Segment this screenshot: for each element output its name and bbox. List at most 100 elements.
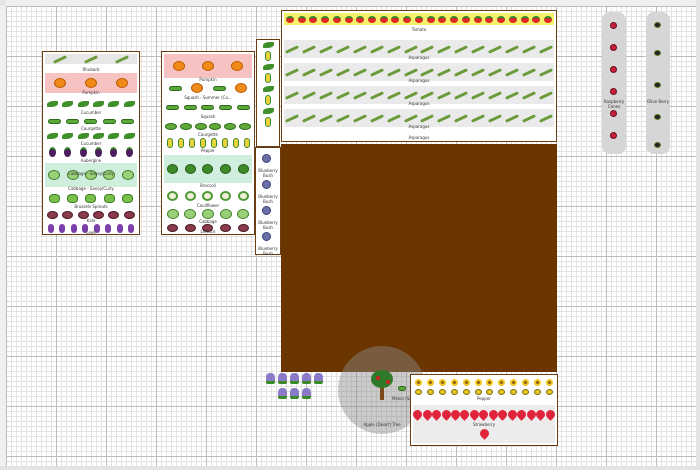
garden-bed-corn-column[interactable]	[256, 39, 280, 147]
leaf-icon	[123, 133, 135, 139]
row-label: Asparagus	[408, 78, 430, 83]
cabbage-icon	[237, 209, 250, 219]
raspberry-icon	[610, 66, 617, 73]
tomato-icon	[508, 15, 517, 23]
row-label: Blueberry Bush	[258, 168, 278, 178]
leaf-icon	[62, 133, 74, 139]
tomato-icon	[403, 15, 412, 23]
plant-row-cucumber[interactable]	[45, 99, 137, 109]
plant-row-courgette[interactable]	[164, 120, 252, 132]
tomato-icon	[368, 15, 376, 23]
pumpkin-icon	[201, 61, 214, 71]
pepper-icon	[545, 378, 553, 386]
garden-bed-e[interactable]: Raspberry Canes	[602, 12, 626, 154]
asparagus-icon	[420, 90, 435, 100]
tomato-icon	[285, 15, 294, 23]
garden-bed-f[interactable]: Olive Berry	[646, 12, 670, 154]
pepper-icon	[265, 73, 271, 83]
flower-icon	[301, 388, 311, 400]
olive-icon	[654, 50, 661, 56]
row-label: Cucumber	[80, 110, 102, 115]
blueberry-icon	[262, 180, 271, 189]
asparagus-icon	[521, 90, 536, 100]
asparagus-icon	[437, 44, 452, 54]
asparagus-icon	[319, 67, 334, 77]
row-label: Olive Berry	[646, 99, 670, 104]
asparagus-icon	[319, 113, 334, 123]
flower-icon	[301, 372, 311, 384]
pepper-icon	[427, 389, 435, 395]
garden-bed-g[interactable]: Pepper Strawberry	[410, 374, 558, 446]
garden-bed-b[interactable]: Pumpkin Squash - Summer (Cu... Squash Co…	[161, 51, 255, 235]
garden-canvas[interactable]: Rhubarb Pumpkin Cucumber Courgette Cucum…	[6, 6, 696, 466]
row-label: Broccoli	[200, 183, 216, 188]
tomato-icon	[473, 15, 482, 23]
blueberry-icon	[262, 154, 271, 163]
asparagus-icon	[403, 90, 418, 100]
pumpkin-icon	[231, 61, 244, 71]
pepper-icon	[510, 378, 518, 386]
plant-row-tomato[interactable]	[284, 13, 554, 25]
rhubarb-icon	[84, 54, 98, 64]
garden-bed-c[interactable]: Tomato Asparagus Asparagus Asparagus Asp…	[281, 10, 557, 142]
garden-bed-a[interactable]: Rhubarb Pumpkin Cucumber Courgette Cucum…	[42, 51, 140, 235]
plant-column-pepper[interactable]	[260, 42, 276, 127]
pepper-icon	[533, 378, 541, 386]
plant-row-pepper[interactable]	[413, 377, 555, 387]
pepper-icon	[439, 378, 447, 386]
sprout-icon	[103, 193, 115, 203]
row-label: Courgette	[198, 132, 218, 137]
squash-icon	[191, 83, 204, 93]
courgette-icon	[102, 118, 116, 124]
sprout-icon	[85, 193, 97, 203]
asparagus-icon	[369, 113, 384, 123]
tomato-icon	[379, 15, 388, 23]
asparagus-icon	[504, 113, 519, 123]
flower-icon	[277, 388, 287, 400]
pumpkin-icon	[115, 78, 128, 88]
plant-row-cauliflower[interactable]	[164, 189, 252, 203]
tomato-icon	[520, 15, 529, 23]
pepper-icon	[450, 389, 458, 395]
row-label: Courgette	[81, 126, 101, 131]
courgette-icon	[223, 122, 236, 130]
plant-row-pepper[interactable]	[164, 138, 252, 148]
asparagus-icon	[336, 90, 351, 100]
strawberry-icon	[477, 427, 491, 440]
plant-row-pepper-2[interactable]	[413, 388, 555, 396]
plant-group-flowers[interactable]	[264, 372, 324, 400]
rhubarb-icon	[114, 54, 129, 64]
empty-soil-bed[interactable]	[281, 144, 557, 372]
olive-icon	[654, 82, 661, 88]
plant-row-courgette[interactable]	[45, 116, 137, 126]
pepper-icon	[521, 389, 529, 395]
pepper-icon	[415, 378, 423, 386]
courgette-icon	[84, 118, 98, 124]
cauliflower-icon	[184, 191, 196, 201]
row-label: Blueberry Bush	[258, 194, 278, 204]
row-label: Asparagus	[408, 101, 430, 106]
garden-bed-d[interactable]: Blueberry Bush Blueberry Bush Blueberry …	[255, 147, 281, 256]
plant-row-pumpkin[interactable]	[164, 54, 252, 78]
plant-row-broccoli[interactable]	[164, 155, 252, 183]
pepper-icon	[415, 389, 423, 395]
flower-icon	[277, 372, 287, 384]
asparagus-icon	[487, 67, 502, 77]
asparagus-icon	[285, 44, 300, 54]
asparagus-icon	[285, 113, 300, 123]
pepper-icon	[486, 389, 494, 395]
row-label: Rhubarb	[82, 67, 100, 72]
plant-row-aubergine[interactable]	[45, 146, 137, 158]
courgette-icon	[66, 118, 80, 124]
plant-row-rhubarb[interactable]	[45, 54, 137, 64]
plant-row-cucumber-2[interactable]	[45, 132, 137, 140]
asparagus-icon	[336, 67, 351, 77]
raspberry-icon	[610, 110, 617, 117]
leaf-icon	[262, 86, 274, 92]
cabbage-icon	[201, 209, 214, 219]
plant-row-squash[interactable]	[164, 101, 252, 113]
plant-row-brussels[interactable]	[45, 192, 137, 204]
plant-row-squash-summer[interactable]	[164, 82, 252, 94]
leaf-icon	[47, 133, 59, 139]
raspberry-icon	[610, 22, 617, 29]
